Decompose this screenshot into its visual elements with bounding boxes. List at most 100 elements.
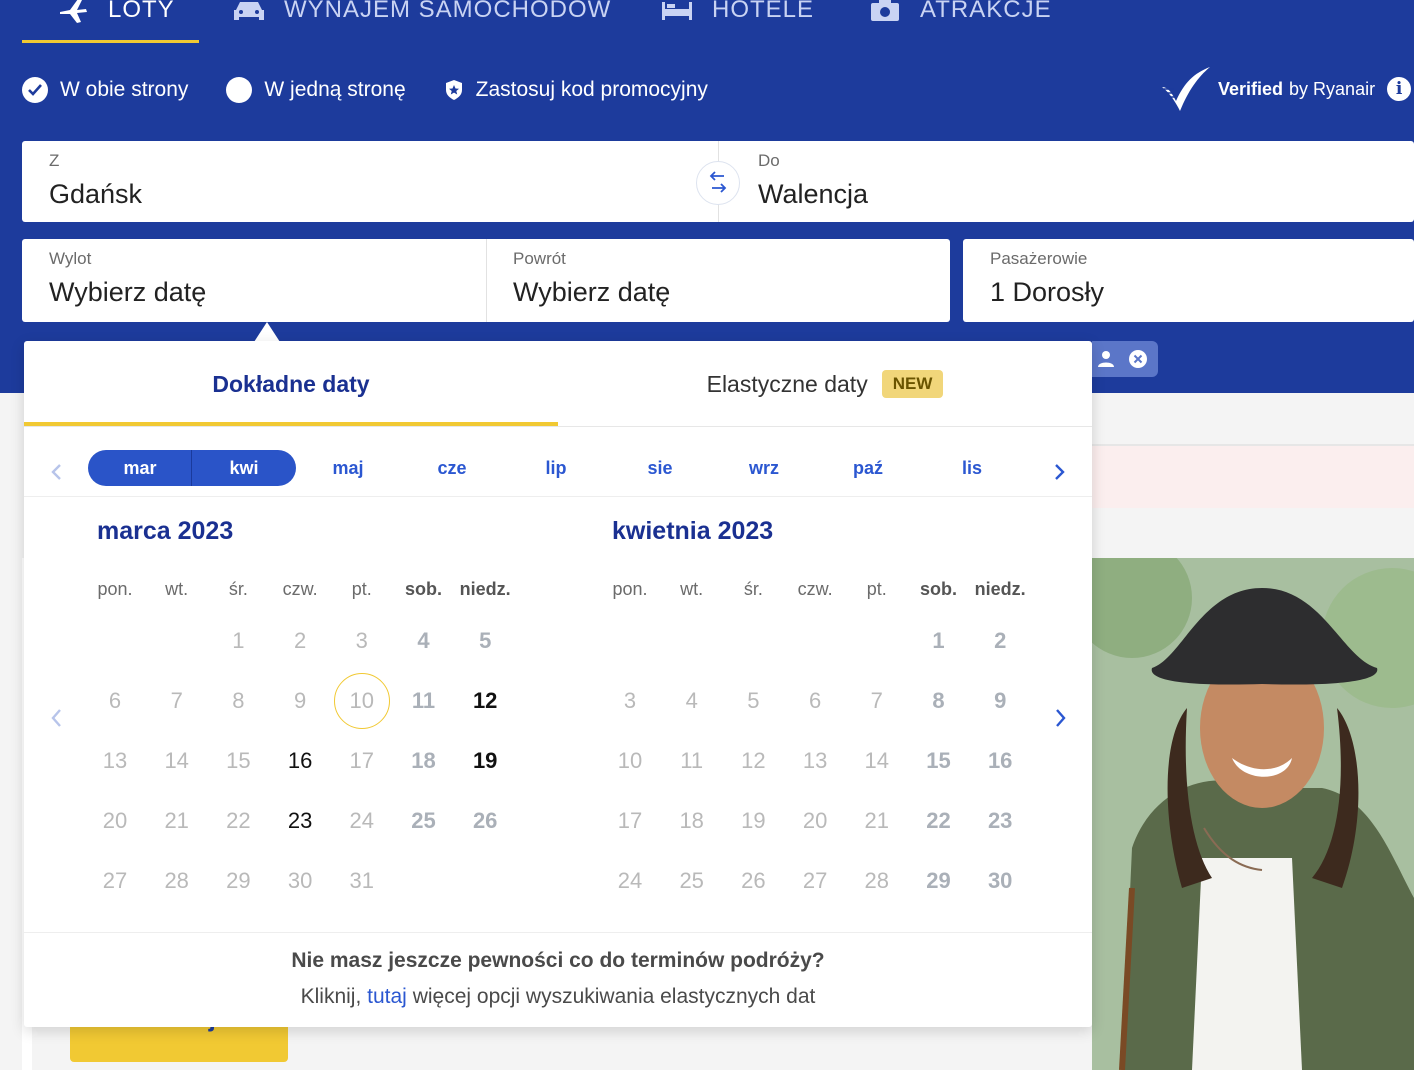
from-label: Z	[49, 151, 60, 170]
info-icon[interactable]: i	[1387, 77, 1412, 101]
month-option[interactable]: lip	[516, 450, 596, 486]
calendar-day: 13	[102, 748, 128, 773]
calendar-day: 25	[411, 808, 436, 833]
nav-tab-car-rental[interactable]: WYNAJEM SAMOCHODÓW	[232, 0, 611, 28]
calendar-title-april: kwietnia 2023	[612, 517, 774, 545]
month-option[interactable]: maj	[308, 450, 388, 486]
months-prev-button[interactable]	[46, 457, 66, 487]
calendar-day: 25	[679, 868, 704, 893]
verified-bold-text: Verified	[1218, 78, 1284, 99]
datepicker-tabs: Dokładne daty Elastyczne daty NEW	[24, 341, 1092, 427]
camera-icon	[868, 0, 902, 23]
promo-code-option[interactable]: Zastosuj kod promocyjny	[444, 78, 708, 102]
month-option[interactable]: sie	[620, 450, 700, 486]
from-value: Gdańsk	[49, 179, 143, 209]
chevron-left-icon	[50, 708, 62, 728]
month-option[interactable]: wrz	[724, 450, 804, 486]
chevron-right-icon	[1054, 463, 1066, 481]
calendar-day: 6	[808, 688, 822, 713]
calendar-day: 17	[349, 748, 375, 773]
calendar-day: 19	[741, 808, 766, 833]
tab-exact-dates[interactable]: Dokładne daty	[24, 341, 558, 427]
calendar-day: 30	[287, 868, 313, 893]
weekday-header: pt.	[351, 579, 372, 599]
weekday-header: sob.	[919, 579, 957, 599]
to-label: Do	[758, 151, 780, 170]
calendar-day: 5	[747, 688, 760, 713]
calendar-day: 24	[617, 868, 643, 893]
close-circle-icon[interactable]	[1128, 349, 1148, 369]
from-field[interactable]: Z Gdańsk	[22, 141, 718, 222]
month-option[interactable]: cze	[412, 450, 492, 486]
calendar-day: 4	[685, 688, 698, 713]
verified-check-logo-icon	[1160, 65, 1212, 113]
tab-exact-dates-label: Dokładne daty	[212, 370, 370, 397]
calendar-day[interactable]: 19	[455, 733, 515, 789]
return-value: Wybierz datę	[513, 277, 671, 307]
calendar-day: 26	[472, 808, 498, 833]
calendar-day: 27	[802, 868, 828, 893]
flexible-dates-link[interactable]: tutaj	[367, 985, 407, 1008]
background-banner	[1092, 444, 1414, 508]
swap-airports-button[interactable]	[696, 161, 740, 205]
month-option[interactable]: mar	[100, 450, 180, 486]
depart-value: Wybierz datę	[49, 277, 207, 307]
passengers-field[interactable]: Pasażerowie 1 Dorosły	[963, 239, 1414, 322]
month-selector-rule	[24, 496, 1092, 497]
to-value: Walencja	[758, 179, 869, 209]
bed-icon	[660, 0, 694, 23]
flexible-dates-question: Nie masz jeszcze pewności co do terminów…	[291, 949, 825, 972]
tab-flexible-dates[interactable]: Elastyczne daty NEW	[558, 341, 1092, 427]
tab-flexible-dates-label: Elastyczne daty	[706, 370, 868, 397]
calendar-day[interactable]: 12	[455, 673, 515, 729]
return-trip-option[interactable]: W obie strony	[22, 77, 188, 103]
calendar-day: 4	[417, 628, 430, 653]
plane-icon	[56, 0, 90, 23]
passenger-chip[interactable]	[1092, 341, 1158, 377]
to-field[interactable]: Do Walencja	[731, 141, 1414, 222]
calendar-day: 3	[623, 688, 637, 713]
weekday-header: pon.	[612, 579, 648, 599]
promo-photo	[1092, 558, 1414, 1070]
return-label: Powrót	[513, 249, 566, 268]
month-option[interactable]: lis	[932, 450, 1012, 486]
calendar-day: 28	[164, 868, 189, 893]
calendar-next-button[interactable]	[1051, 703, 1071, 733]
weekday-header: śr.	[743, 579, 763, 599]
calendar-day: 7	[170, 688, 183, 713]
depart-date-field[interactable]: Wylot Wybierz datę	[22, 239, 486, 322]
return-date-field[interactable]: Powrót Wybierz datę	[486, 239, 950, 322]
nav-tab-label: ATRAKCJE	[920, 0, 1052, 23]
weekday-header: pt.	[866, 579, 887, 599]
calendar-day: 2	[994, 628, 1007, 653]
oneway-trip-option[interactable]: W jedną stronę	[226, 77, 406, 103]
calendar-day[interactable]: 16	[270, 733, 330, 789]
chevron-left-icon	[50, 463, 62, 481]
month-option[interactable]: paź	[828, 450, 908, 486]
calendar-prev-button[interactable]	[46, 703, 66, 733]
nav-tab-label: LOTY	[108, 0, 175, 23]
user-icon	[1096, 349, 1116, 369]
months-next-button[interactable]	[1050, 457, 1070, 487]
nav-tab-hotels[interactable]: HOTELE	[660, 0, 814, 28]
nav-tab-flights[interactable]: LOTY	[56, 0, 175, 28]
swap-arrows-icon	[705, 170, 731, 196]
calendar-day: 20	[102, 808, 128, 833]
promo-code-label: Zastosuj kod promocyjny	[475, 78, 708, 101]
weekday-header: wt.	[680, 579, 704, 599]
weekday-header: pon.	[97, 579, 133, 599]
month-option[interactable]: kwi	[204, 450, 284, 486]
hint-prefix: Kliknij,	[300, 985, 362, 1008]
calendar-day[interactable]: 23	[270, 793, 330, 849]
passengers-value: 1 Dorosły	[990, 277, 1105, 307]
calendar-day: 3	[355, 628, 368, 653]
nav-tab-attractions[interactable]: ATRAKCJE	[868, 0, 1052, 28]
weekday-header: śr.	[228, 579, 248, 599]
calendar-day-today: 10	[332, 673, 392, 729]
nav-tab-label: WYNAJEM SAMOCHODÓW	[284, 0, 612, 23]
calendar-day: 31	[349, 868, 375, 893]
calendar-day: 10	[617, 748, 643, 773]
return-trip-label: W obie strony	[60, 78, 189, 101]
footer-rule	[24, 932, 1092, 933]
calendar-day: 27	[102, 868, 128, 893]
